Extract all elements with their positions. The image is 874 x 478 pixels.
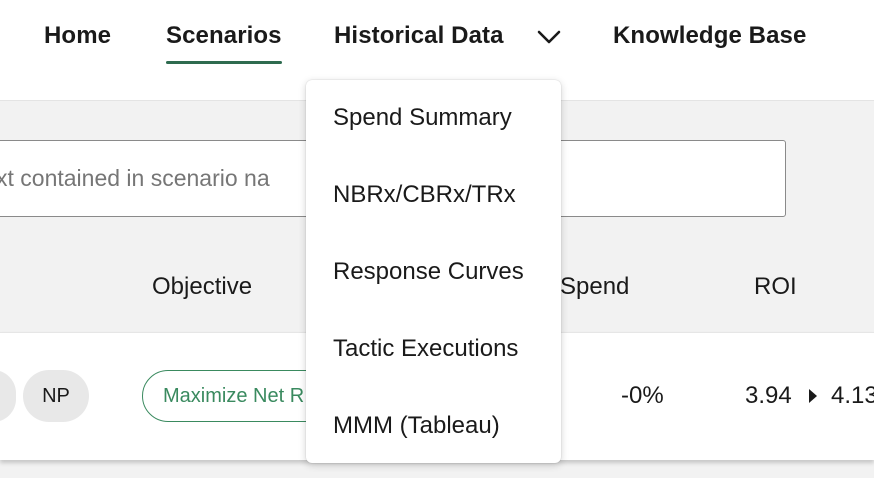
menu-item-tactic-executions[interactable]: Tactic Executions [333,335,518,363]
triangle-right-icon [809,389,817,403]
tag-chip-np: NP [23,370,89,422]
spend-change-value: -0% [621,382,664,409]
menu-item-nbrx-cbrx-trx[interactable]: NBRx/CBRx/TRx [333,181,516,209]
column-header-spend[interactable]: Spend [560,273,629,301]
roi-to-value: 4.13 [831,382,874,409]
chevron-down-icon[interactable] [536,26,562,48]
menu-item-mmm-tableau[interactable]: MMM (Tableau) [333,412,500,440]
nav-home[interactable]: Home [44,22,111,50]
column-header-roi[interactable]: ROI [754,273,797,301]
column-header-objective[interactable]: Objective [152,273,252,301]
nav-scenarios[interactable]: Scenarios [166,22,282,64]
search-placeholder: xt contained in scenario na [0,165,270,191]
menu-item-spend-summary[interactable]: Spend Summary [333,104,512,132]
nav-historical-data[interactable]: Historical Data [334,22,504,50]
menu-item-response-curves[interactable]: Response Curves [333,258,524,286]
nav-knowledge-base[interactable]: Knowledge Base [613,22,806,50]
historical-data-dropdown-menu: Spend Summary NBRx/CBRx/TRx Response Cur… [306,80,561,463]
roi-from-value: 3.94 [745,382,792,409]
